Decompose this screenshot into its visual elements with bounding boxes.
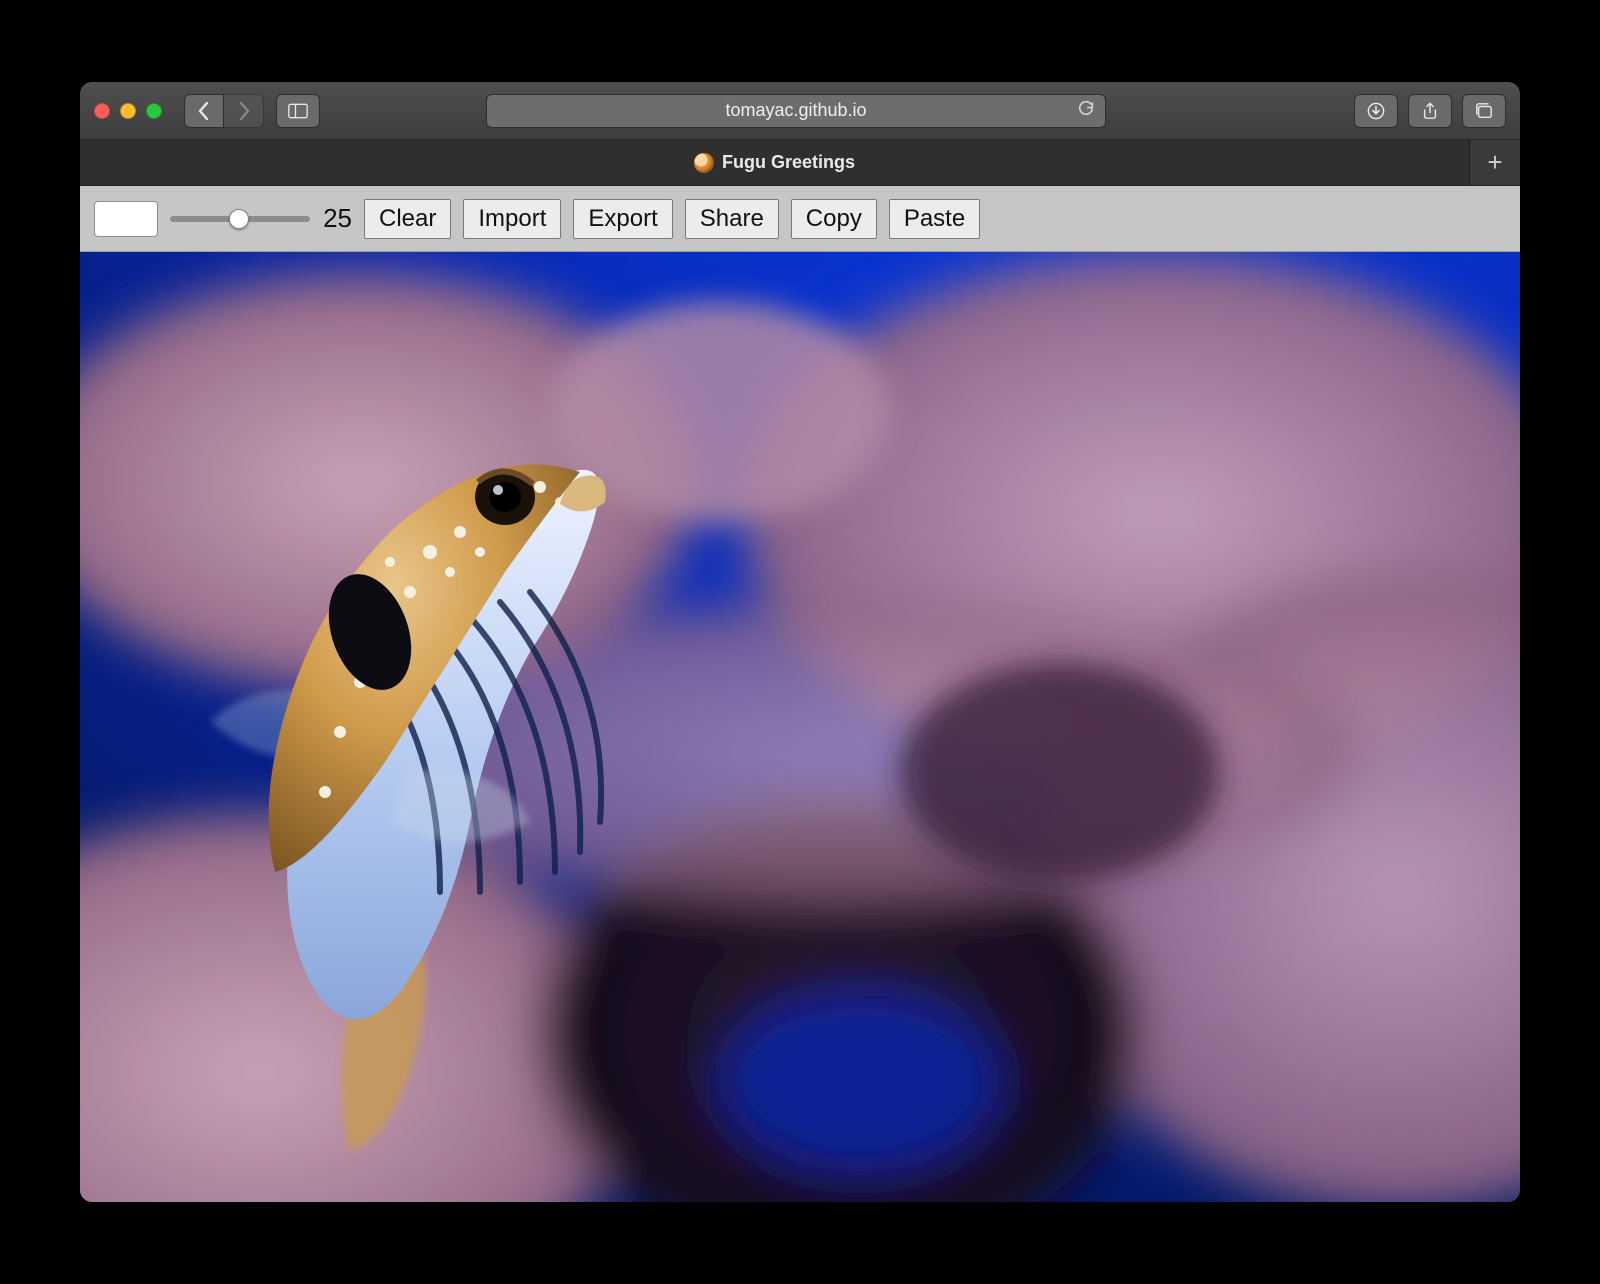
brush-size-value: 25: [316, 203, 352, 234]
forward-button[interactable]: [224, 94, 264, 128]
reload-button[interactable]: [1077, 99, 1095, 122]
copy-button[interactable]: Copy: [791, 199, 877, 239]
tabs-overview-button[interactable]: [1462, 94, 1506, 128]
brush-size-control: 25: [170, 203, 352, 234]
address-bar[interactable]: tomayac.github.io: [486, 94, 1106, 128]
downloads-button[interactable]: [1354, 94, 1398, 128]
export-button[interactable]: Export: [573, 199, 672, 239]
close-window-button[interactable]: [94, 103, 110, 119]
nav-buttons: [184, 94, 264, 128]
new-tab-button[interactable]: +: [1470, 140, 1520, 185]
share-button[interactable]: Share: [685, 199, 779, 239]
canvas-image: [80, 252, 1520, 1202]
back-button[interactable]: [184, 94, 224, 128]
downloads-icon: [1366, 102, 1386, 120]
address-bar-text: tomayac.github.io: [725, 100, 866, 121]
tab-title: Fugu Greetings: [722, 152, 855, 173]
app-toolbar: 25 Clear Import Export Share Copy Paste: [80, 186, 1520, 252]
minimize-window-button[interactable]: [120, 103, 136, 119]
sidebar-icon: [288, 102, 308, 120]
import-button[interactable]: Import: [463, 199, 561, 239]
color-picker[interactable]: [94, 201, 158, 237]
traffic-lights: [94, 103, 162, 119]
reload-icon: [1077, 99, 1095, 117]
paste-button[interactable]: Paste: [889, 199, 980, 239]
tab-fugu-greetings[interactable]: Fugu Greetings: [80, 140, 1470, 185]
sidebar-toggle-button[interactable]: [276, 94, 320, 128]
tabs-overview-icon: [1474, 102, 1494, 120]
brush-size-slider[interactable]: [170, 216, 310, 222]
plus-icon: +: [1487, 147, 1502, 178]
tab-bar: Fugu Greetings +: [80, 140, 1520, 186]
share-button-browser[interactable]: [1408, 94, 1452, 128]
safari-window: tomayac.github.io: [80, 82, 1520, 1202]
browser-titlebar: tomayac.github.io: [80, 82, 1520, 140]
share-icon: [1420, 102, 1440, 120]
clear-button[interactable]: Clear: [364, 199, 451, 239]
fugu-fish-icon: [694, 153, 714, 173]
zoom-window-button[interactable]: [146, 103, 162, 119]
drawing-canvas[interactable]: [80, 252, 1520, 1202]
titlebar-right-group: [1354, 94, 1506, 128]
